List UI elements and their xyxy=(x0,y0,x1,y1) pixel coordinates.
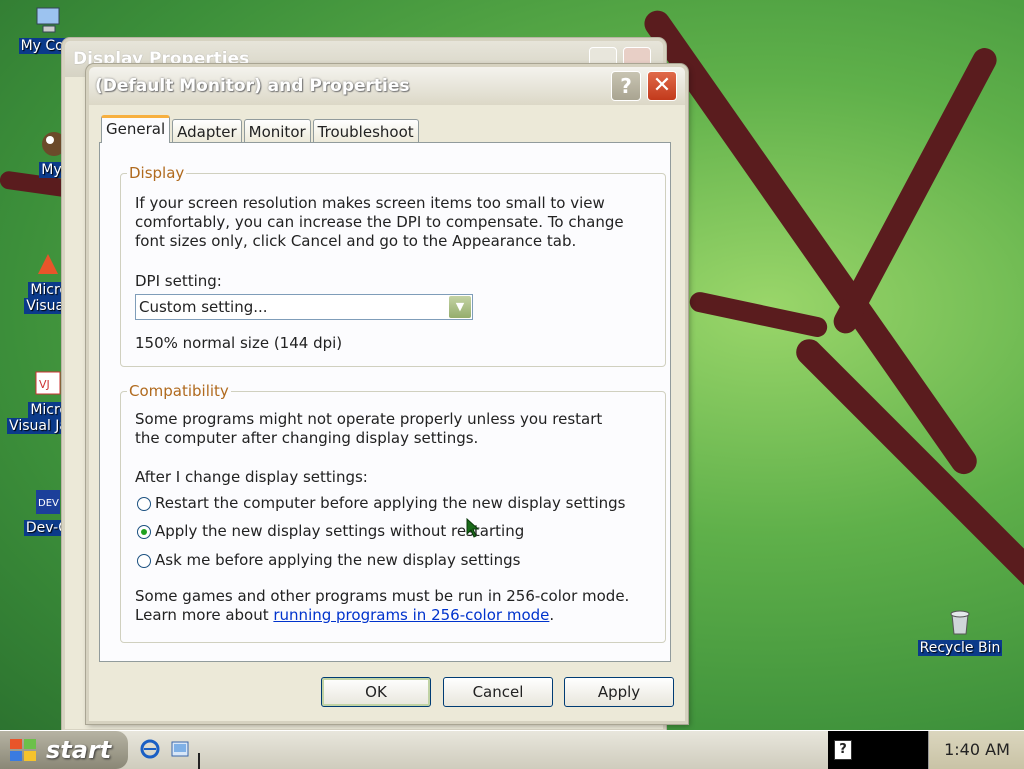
wallpaper-branch xyxy=(687,290,830,339)
radio-apply-without-restart[interactable] xyxy=(137,525,151,539)
desktop-icon-label: Visual Ja xyxy=(7,418,70,434)
dpi-info-text: 150% normal size (144 dpi) xyxy=(135,334,343,352)
java-shortcut-icon: VJ xyxy=(32,368,64,400)
app-shortcut-icon xyxy=(32,248,64,280)
desktop-icon-ms-visual[interactable]: Micro Visual xyxy=(0,248,70,314)
question-icon: ? xyxy=(620,74,632,98)
svg-text:DEV: DEV xyxy=(38,498,59,509)
system-tray: ? xyxy=(828,731,928,769)
display-group-label: Display xyxy=(127,164,187,182)
tab-adapter[interactable]: Adapter xyxy=(172,119,242,143)
games-note: Some games and other programs must be ru… xyxy=(135,587,630,605)
learn-more-line: Learn more about running programs in 256… xyxy=(135,606,554,625)
dpi-setting-label: DPI setting: xyxy=(135,272,222,290)
tab-strip: General Adapter Monitor Troubleshoot xyxy=(101,115,421,143)
ok-button[interactable]: OK xyxy=(321,677,431,707)
desktop-icon-recycle-bin[interactable]: Recycle Bin xyxy=(914,606,1006,656)
internet-explorer-icon[interactable] xyxy=(140,739,160,759)
dialog-title: (Default Monitor) and Properties xyxy=(95,76,410,96)
radio-ask-me[interactable] xyxy=(137,554,151,568)
display-group: Display If your screen resolution makes … xyxy=(120,164,666,367)
compatibility-description: Some programs might not operate properly… xyxy=(135,410,603,447)
show-desktop-icon[interactable] xyxy=(170,739,190,759)
desktop-icon-devc[interactable]: DEV Dev-C xyxy=(0,486,70,536)
monitor-properties-dialog[interactable]: (Default Monitor) and Properties ? ✕ Gen… xyxy=(86,64,688,724)
cancel-button[interactable]: Cancel xyxy=(443,677,553,707)
after-change-label: After I change display settings: xyxy=(135,468,368,486)
display-description: If your screen resolution makes screen i… xyxy=(135,194,624,250)
clock[interactable]: 1:40 AM xyxy=(928,731,1024,769)
devc-shortcut-icon: DEV xyxy=(32,486,64,518)
start-label: start xyxy=(46,736,112,764)
recycle-bin-icon xyxy=(944,606,976,638)
learn-more-suffix: . xyxy=(549,606,555,624)
tab-general[interactable]: General xyxy=(101,115,171,143)
tab-monitor[interactable]: Monitor xyxy=(243,119,311,143)
wallpaper-branch xyxy=(829,43,1001,338)
start-button[interactable]: start xyxy=(0,731,128,769)
svg-text:VJ: VJ xyxy=(39,378,50,391)
close-button[interactable]: ✕ xyxy=(647,71,677,101)
windows-flag-icon xyxy=(10,739,36,761)
learn-more-prefix: Learn more about xyxy=(135,606,274,624)
tab-troubleshoot[interactable]: Troubleshoot xyxy=(312,119,419,143)
radio-restart[interactable] xyxy=(137,497,151,511)
radio-restart-label[interactable]: Restart the computer before applying the… xyxy=(155,494,625,513)
compatibility-group-label: Compatibility xyxy=(127,382,231,400)
general-tab-panel: Display If your screen resolution makes … xyxy=(99,142,671,662)
dpi-setting-value: Custom setting... xyxy=(139,298,268,316)
desktop-icon-label: Recycle Bin xyxy=(917,640,1003,656)
computer-icon xyxy=(33,4,65,36)
close-icon: ✕ xyxy=(652,73,672,98)
taskbar-separator xyxy=(198,753,200,769)
cursor-icon xyxy=(466,518,480,538)
radio-ask-me-label[interactable]: Ask me before applying the new display s… xyxy=(155,551,520,570)
wallpaper-branch xyxy=(639,5,982,480)
desktop-icon-ms-visual-java[interactable]: VJ Micro Visual Ja xyxy=(0,368,70,434)
dpi-setting-dropdown[interactable]: Custom setting... ▼ xyxy=(135,294,473,320)
title-bar[interactable]: (Default Monitor) and Properties ? ✕ xyxy=(89,67,685,105)
256-color-help-link[interactable]: running programs in 256-color mode xyxy=(273,606,549,624)
help-button[interactable]: ? xyxy=(611,71,641,101)
chevron-down-icon[interactable]: ▼ xyxy=(449,296,471,318)
taskbar: start ? 1:40 AM xyxy=(0,730,1024,769)
compatibility-group: Compatibility Some programs might not op… xyxy=(120,382,666,643)
apply-button[interactable]: Apply xyxy=(564,677,674,707)
help-tray-icon[interactable]: ? xyxy=(834,740,852,760)
